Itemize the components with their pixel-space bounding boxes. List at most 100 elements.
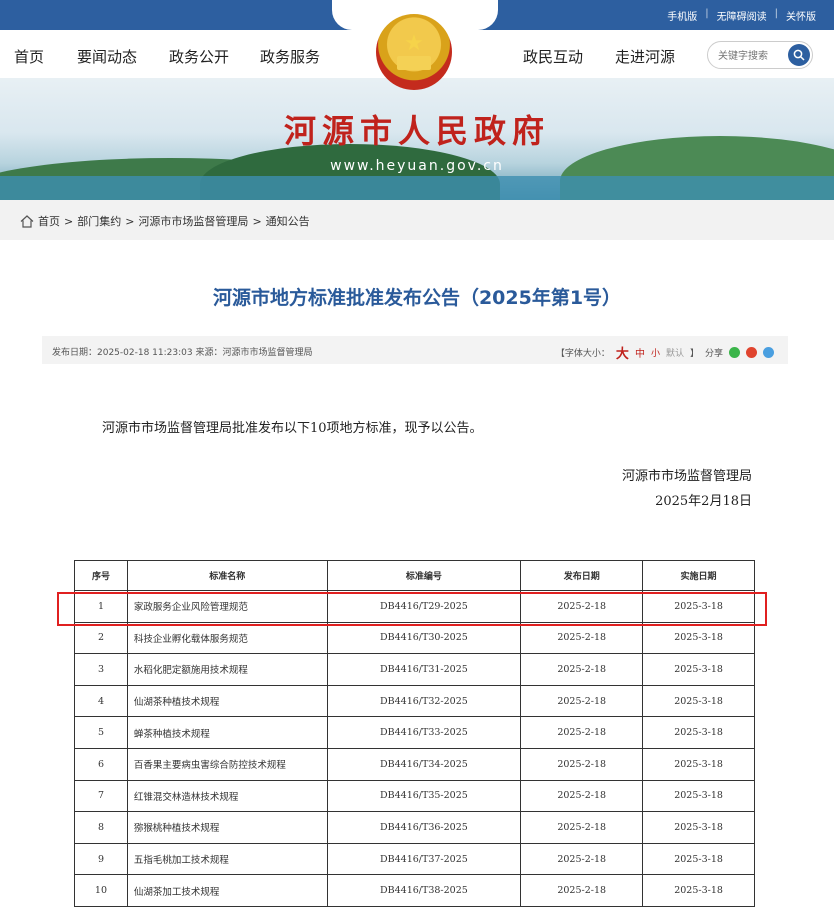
breadcrumb-notices[interactable]: 通知公告 <box>266 213 310 229</box>
publish-date: 2025-2-18 <box>520 747 644 781</box>
standard-name: 五指毛桃加工技术规程 <box>126 842 328 876</box>
row-number: 8 <box>74 811 128 844</box>
standard-code: DB4416/T31-2025 <box>326 653 522 686</box>
divider: | <box>705 8 709 19</box>
standard-code: DB4416/T34-2025 <box>326 747 522 781</box>
effective-date: 2025-3-18 <box>642 779 755 813</box>
standard-code: DB4416/T33-2025 <box>326 716 522 749</box>
col-header: 序号 <box>74 560 128 591</box>
signature-date: 2025年2月18日 <box>655 494 752 509</box>
standard-name: 科技企业孵化载体服务规范 <box>126 621 328 655</box>
row-number: 4 <box>74 684 128 718</box>
divider: | <box>774 8 778 19</box>
weibo-icon[interactable] <box>746 347 757 358</box>
publish-date: 2025-2-18 <box>520 811 644 844</box>
row-number: 6 <box>74 747 128 781</box>
font-small-button[interactable]: 小 <box>651 346 660 359</box>
effective-date: 2025-3-18 <box>642 716 755 749</box>
col-header: 标准编号 <box>326 560 522 591</box>
header-banner: 河源市人民政府 www.heyuan.gov.cn <box>0 78 834 200</box>
effective-date: 2025-3-18 <box>642 811 755 844</box>
wechat-icon[interactable] <box>729 347 740 358</box>
nav-news[interactable]: 要闻动态 <box>77 46 137 67</box>
article-title: 河源市地方标准批准发布公告（2025年第1号） <box>212 287 622 309</box>
article-paragraph: 河源市市场监督管理局批准发布以下10项地方标准，现予以公告。 <box>102 421 483 436</box>
effective-date: 2025-3-18 <box>642 684 755 718</box>
effective-date: 2025-3-18 <box>642 842 755 876</box>
effective-date: 2025-3-18 <box>642 747 755 781</box>
col-header: 发布日期 <box>520 560 644 591</box>
table-row: 7 红锥混交林造林技术规程 DB4416/T35-2025 2025-2-18 2025… <box>74 779 755 813</box>
site-url: www.heyuan.gov.cn <box>330 158 504 174</box>
nav-interaction[interactable]: 政民互动 <box>523 46 583 67</box>
accessible-reading-link[interactable]: 无障碍阅读 <box>717 8 767 23</box>
article-meta-bar: 发布日期：2025-02-18 11:23:03 来源：河源市市场监督管理局 【… <box>42 336 788 364</box>
table-row: 3 水稻化肥定额施用技术规程 DB4416/T31-2025 2025-2-18 202… <box>74 653 755 686</box>
publish-date: 2025-2-18 <box>520 653 644 686</box>
share-label: 分享 <box>704 349 723 359</box>
row-number: 10 <box>74 874 128 907</box>
care-version-link[interactable]: 关怀版 <box>786 8 816 23</box>
standard-name: 红锥混交林造林技术规程 <box>126 779 328 813</box>
national-emblem-icon: ★ <box>376 14 452 90</box>
breadcrumb-bureau[interactable]: 河源市市场监督管理局 <box>138 213 248 229</box>
table-row: 10 仙湖茶加工技术规程 DB4416/T38-2025 2025-2-18 2025-… <box>74 874 755 907</box>
standard-code: DB4416/T35-2025 <box>326 779 522 813</box>
table-header-row: 序号 标准名称 标准编号 发布日期 实施日期 <box>74 560 755 591</box>
col-header: 实施日期 <box>642 560 755 591</box>
standard-code: DB4416/T36-2025 <box>326 811 522 844</box>
search-box <box>707 41 813 69</box>
standard-code: DB4416/T37-2025 <box>326 842 522 876</box>
publish-date: 2025-2-18 <box>520 716 644 749</box>
standard-name: 蝉茶种植技术规程 <box>126 716 328 749</box>
breadcrumb: 首页 > 部门集约 > 河源市市场监督管理局 > 通知公告 <box>20 213 310 229</box>
mobile-version-link[interactable]: 手机版 <box>667 8 697 23</box>
top-links: 手机版 | 无障碍阅读 | 关怀版 <box>667 8 816 23</box>
publish-date: 2025-2-18 <box>520 874 644 907</box>
row-number: 7 <box>74 779 128 813</box>
row-number: 2 <box>74 621 128 655</box>
home-icon <box>20 214 34 228</box>
standard-name: 猕猴桃种植技术规程 <box>126 811 328 844</box>
search-button[interactable] <box>788 44 810 66</box>
table-row: 9 五指毛桃加工技术规程 DB4416/T37-2025 2025-2-18 2025-… <box>74 842 755 876</box>
table-row: 2 科技企业孵化载体服务规范 DB4416/T30-2025 2025-2-18 202… <box>74 621 755 655</box>
standard-name: 百香果主要病虫害综合防控技术规程 <box>126 747 328 781</box>
font-default-button[interactable]: 默认 <box>666 346 684 359</box>
row-number: 3 <box>74 653 128 686</box>
search-input[interactable] <box>718 48 788 64</box>
breadcrumb-dept[interactable]: 部门集约 <box>77 213 121 229</box>
highlight-box <box>57 592 767 626</box>
breadcrumb-bar: 首页 > 部门集约 > 河源市市场监督管理局 > 通知公告 <box>0 200 834 240</box>
standard-code: DB4416/T38-2025 <box>326 874 522 907</box>
qzone-icon[interactable] <box>763 347 774 358</box>
font-size-label: 【字体大小： <box>555 349 610 359</box>
publish-date: 2025-2-18 <box>520 842 644 876</box>
font-big-button[interactable]: 大 <box>616 343 629 362</box>
publish-date: 2025-2-18 <box>520 684 644 718</box>
nav-gov-services[interactable]: 政务服务 <box>260 46 320 67</box>
nav-about-heyuan[interactable]: 走进河源 <box>615 46 675 67</box>
breadcrumb-home[interactable]: 首页 <box>38 213 60 229</box>
publish-info: 发布日期：2025-02-18 11:23:03 来源：河源市市场监督管理局 <box>52 348 313 358</box>
row-number: 5 <box>74 716 128 749</box>
standard-code: DB4416/T32-2025 <box>326 684 522 718</box>
effective-date: 2025-3-18 <box>642 621 755 655</box>
site-title: 河源市人民政府 <box>283 112 550 150</box>
table-row: 6 百香果主要病虫害综合防控技术规程 DB4416/T34-2025 2025-2-1… <box>74 747 755 781</box>
col-header: 标准名称 <box>126 560 328 591</box>
table-row: 5 蝉茶种植技术规程 DB4416/T33-2025 2025-2-18 2025-3-… <box>74 716 755 749</box>
standard-name: 水稻化肥定额施用技术规程 <box>126 653 328 686</box>
nav-gov-affairs[interactable]: 政务公开 <box>169 46 229 67</box>
effective-date: 2025-3-18 <box>642 874 755 907</box>
standard-code: DB4416/T30-2025 <box>326 621 522 655</box>
row-number: 9 <box>74 842 128 876</box>
publish-date: 2025-2-18 <box>520 621 644 655</box>
table-row: 4 仙湖茶种植技术规程 DB4416/T32-2025 2025-2-18 2025-3… <box>74 684 755 718</box>
search-icon <box>793 49 805 61</box>
effective-date: 2025-3-18 <box>642 653 755 686</box>
signature-org: 河源市市场监督管理局 <box>621 469 752 484</box>
standard-name: 仙湖茶种植技术规程 <box>126 684 328 718</box>
font-mid-button[interactable]: 中 <box>635 345 645 360</box>
nav-home[interactable]: 首页 <box>14 46 44 67</box>
